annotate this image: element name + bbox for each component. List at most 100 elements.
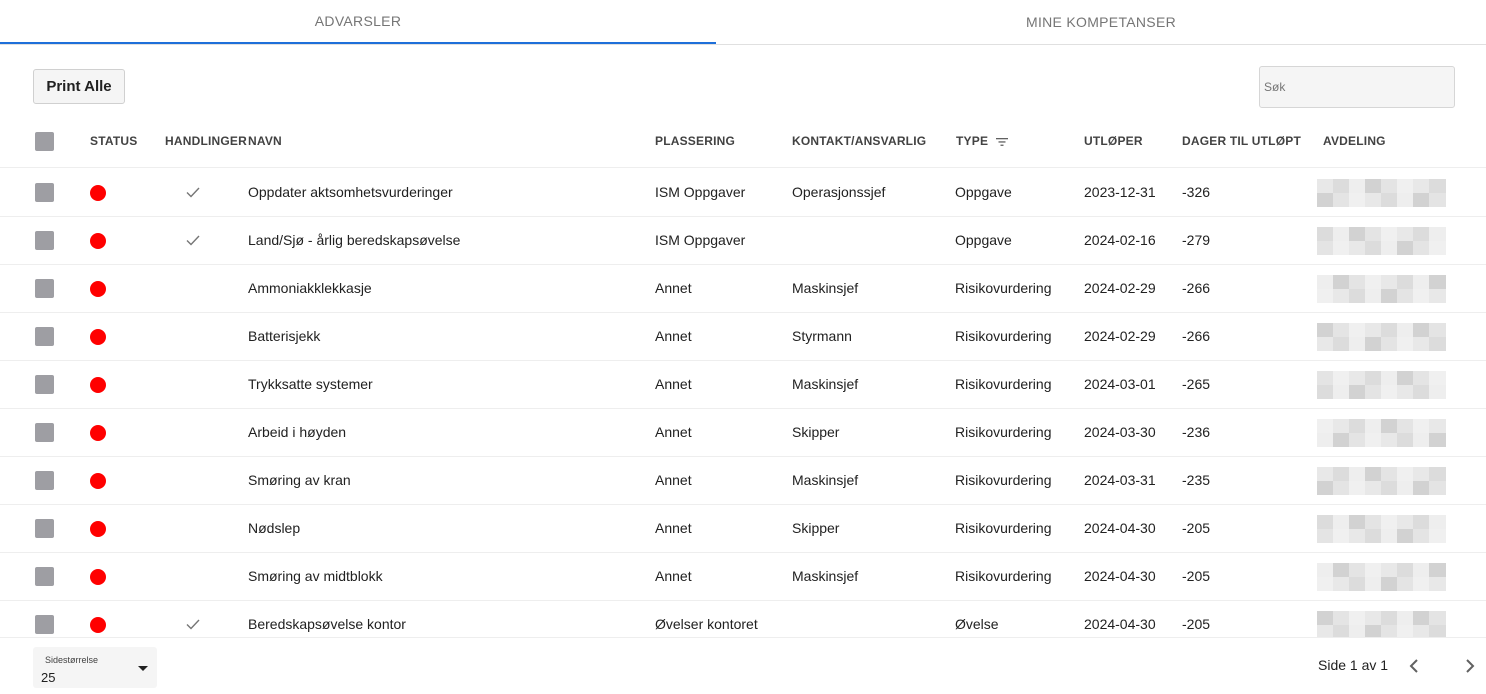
- redacted-avdeling: [1317, 467, 1453, 497]
- row-navn: Smøring av kran: [248, 472, 351, 488]
- row-dager: -265: [1182, 376, 1211, 392]
- row-kontakt: Skipper: [792, 520, 840, 536]
- redacted-avdeling: [1317, 323, 1453, 353]
- row-type: Risikovurdering: [955, 280, 1052, 296]
- status-indicator: [90, 329, 106, 345]
- table-row[interactable]: Land/Sjø - årlig beredskapsøvelse ISM Opp…: [0, 217, 1486, 265]
- table-row[interactable]: Batterisjekk Annet Styrmann Risikovurdering…: [0, 313, 1486, 361]
- row-plassering: Annet: [655, 376, 692, 392]
- row-checkbox[interactable]: [35, 519, 54, 538]
- search-input[interactable]: [1259, 66, 1455, 108]
- table-row[interactable]: Beredskapsøvelse kontor Øvelser kontoret Ø…: [0, 601, 1486, 637]
- row-navn: Arbeid i høyden: [248, 424, 347, 440]
- row-plassering: Øvelser kontoret: [655, 616, 758, 632]
- row-navn: Smøring av midtblokk: [248, 568, 383, 584]
- table-row[interactable]: Arbeid i høyden Annet Skipper Risikovurderi…: [0, 409, 1486, 457]
- table-row[interactable]: Smøring av kran Annet Maskinsjef Risikovurd…: [0, 457, 1486, 505]
- row-type: Risikovurdering: [955, 328, 1052, 344]
- row-type: Oppgave: [955, 184, 1012, 200]
- status-indicator: [90, 281, 106, 297]
- row-navn: Oppdater aktsomhetsvurderinger: [248, 184, 453, 200]
- caret-down-icon: [138, 666, 148, 671]
- row-plassering: Annet: [655, 280, 692, 296]
- row-type: Risikovurdering: [955, 472, 1052, 488]
- header-plassering[interactable]: PLASSERING: [655, 134, 735, 148]
- redacted-avdeling: [1317, 275, 1453, 305]
- row-checkbox[interactable]: [35, 231, 54, 250]
- row-checkbox[interactable]: [35, 375, 54, 394]
- header-avdeling[interactable]: AVDELING: [1323, 134, 1386, 148]
- table-row[interactable]: Smøring av midtblokk Annet Maskinsjef Risik…: [0, 553, 1486, 601]
- redacted-avdeling: [1317, 179, 1453, 209]
- status-indicator: [90, 473, 106, 489]
- page-size-label: Sidestørrelse: [45, 655, 99, 665]
- row-dager: -279: [1182, 232, 1211, 248]
- row-checkbox[interactable]: [35, 615, 54, 634]
- row-checkbox[interactable]: [35, 279, 54, 298]
- row-navn: Beredskapsøvelse kontor: [248, 616, 406, 632]
- tab-advarsler[interactable]: ADVARSLER: [0, 0, 716, 44]
- row-utloper: 2024-04-30: [1084, 520, 1156, 536]
- row-dager: -235: [1182, 472, 1211, 488]
- row-navn: Ammoniakklekkasje: [248, 280, 372, 296]
- row-navn: Trykksatte systemer: [248, 376, 373, 392]
- header-dager[interactable]: DAGER TIL UTLØPT: [1182, 134, 1301, 148]
- row-utloper: 2023-12-31: [1084, 184, 1156, 200]
- filter-icon[interactable]: [995, 137, 1008, 147]
- row-utloper: 2024-04-30: [1084, 568, 1156, 584]
- page-size-select[interactable]: Sidestørrelse 25: [33, 647, 157, 688]
- header-navn[interactable]: NAVN: [248, 134, 282, 148]
- table-row[interactable]: Trykksatte systemer Annet Maskinsjef Risiko…: [0, 361, 1486, 409]
- row-kontakt: Skipper: [792, 424, 840, 440]
- row-kontakt: Maskinsjef: [792, 472, 859, 488]
- row-plassering: Annet: [655, 472, 692, 488]
- status-indicator: [90, 425, 106, 441]
- header-type: TYPE: [956, 134, 989, 148]
- row-dager: -205: [1182, 616, 1211, 632]
- row-utloper: 2024-03-31: [1084, 472, 1156, 488]
- header-kontakt[interactable]: KONTAKT/ANSVARLIG: [792, 134, 926, 148]
- row-checkbox[interactable]: [35, 423, 54, 442]
- chevron-right-icon[interactable]: [1462, 657, 1478, 675]
- row-navn: Nødslep: [248, 520, 301, 536]
- chevron-left-icon[interactable]: [1406, 657, 1422, 675]
- row-type: Risikovurdering: [955, 376, 1052, 392]
- status-indicator: [90, 617, 106, 633]
- row-checkbox[interactable]: [35, 327, 54, 346]
- tab-bar: ADVARSLER MINE KOMPETANSER: [0, 0, 1486, 45]
- header-utloper[interactable]: UTLØPER: [1084, 134, 1143, 148]
- row-kontakt: Maskinsjef: [792, 280, 859, 296]
- redacted-avdeling: [1317, 371, 1453, 401]
- row-checkbox[interactable]: [35, 471, 54, 490]
- row-utloper: 2024-04-30: [1084, 616, 1156, 632]
- table-row[interactable]: Ammoniakklekkasje Annet Maskinsjef Risikovu…: [0, 265, 1486, 313]
- print-all-button[interactable]: Print Alle: [33, 69, 125, 104]
- row-dager: -266: [1182, 328, 1211, 344]
- tab-mine-kompetanser[interactable]: MINE KOMPETANSER: [716, 0, 1486, 44]
- row-checkbox[interactable]: [35, 183, 54, 202]
- status-indicator: [90, 185, 106, 201]
- row-plassering: Annet: [655, 568, 692, 584]
- row-type: Risikovurdering: [955, 520, 1052, 536]
- checkmark-icon[interactable]: [185, 616, 201, 632]
- table-row[interactable]: Oppdater aktsomhetsvurderinger ISM Oppgav…: [0, 169, 1486, 217]
- checkmark-icon[interactable]: [185, 232, 201, 248]
- row-utloper: 2024-02-16: [1084, 232, 1156, 248]
- page-info: Side 1 av 1: [1318, 657, 1389, 673]
- row-plassering: Annet: [655, 328, 692, 344]
- row-kontakt: Operasjonssjef: [792, 184, 886, 200]
- row-checkbox[interactable]: [35, 567, 54, 586]
- header-status[interactable]: STATUS: [90, 134, 137, 148]
- row-dager: -205: [1182, 520, 1211, 536]
- row-navn: Land/Sjø - årlig beredskapsøvelse: [248, 232, 461, 248]
- table-row[interactable]: Nødslep Annet Skipper Risikovurdering 2024-0…: [0, 505, 1486, 553]
- row-dager: -266: [1182, 280, 1211, 296]
- header-handlinger[interactable]: HANDLINGER: [165, 134, 247, 148]
- row-dager: -326: [1182, 184, 1211, 200]
- status-indicator: [90, 521, 106, 537]
- row-utloper: 2024-02-29: [1084, 280, 1156, 296]
- select-all-checkbox[interactable]: [35, 132, 54, 151]
- header-type-wrap[interactable]: TYPE: [956, 134, 1008, 148]
- redacted-avdeling: [1317, 563, 1453, 593]
- checkmark-icon[interactable]: [185, 184, 201, 200]
